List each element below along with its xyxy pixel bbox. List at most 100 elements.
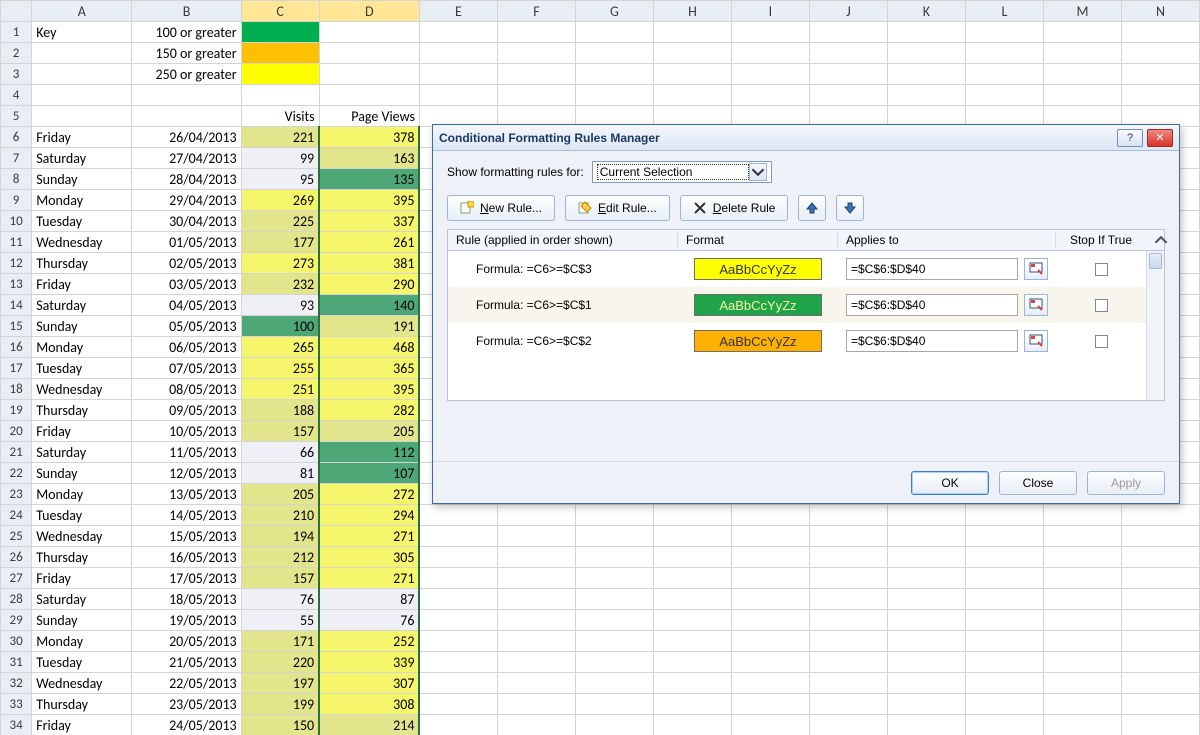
cell-N30[interactable] — [1121, 631, 1199, 652]
close-button[interactable]: Close — [999, 471, 1077, 495]
cell-C11[interactable]: 177 — [241, 232, 319, 253]
cell-A17[interactable]: Tuesday — [32, 358, 132, 379]
cell-H25[interactable] — [653, 526, 731, 547]
cell-G27[interactable] — [575, 568, 653, 589]
stop-if-true-checkbox[interactable] — [1095, 263, 1108, 276]
cell-C20[interactable]: 157 — [241, 421, 319, 442]
cell-M33[interactable] — [1043, 694, 1121, 715]
edit-rule-button[interactable]: Edit Rule... — [565, 195, 670, 221]
cell-B9[interactable]: 29/04/2013 — [132, 190, 241, 211]
cell-A26[interactable]: Thursday — [32, 547, 132, 568]
cell-D17[interactable]: 365 — [319, 358, 419, 379]
move-up-button[interactable] — [798, 195, 826, 221]
cell-C26[interactable]: 212 — [241, 547, 319, 568]
row-header-26[interactable]: 26 — [1, 547, 32, 568]
cell-N25[interactable] — [1121, 526, 1199, 547]
cell-D13[interactable]: 290 — [319, 274, 419, 295]
col-header-C[interactable]: C — [241, 1, 319, 22]
cell-A20[interactable]: Friday — [32, 421, 132, 442]
cell-F2[interactable] — [497, 43, 575, 64]
cell-E33[interactable] — [419, 694, 497, 715]
cell-C7[interactable]: 99 — [241, 148, 319, 169]
cell-C1[interactable] — [241, 22, 319, 43]
cell-B12[interactable]: 02/05/2013 — [132, 253, 241, 274]
cell-N32[interactable] — [1121, 673, 1199, 694]
cell-M26[interactable] — [1043, 547, 1121, 568]
applies-to-input[interactable] — [846, 258, 1018, 280]
cell-H33[interactable] — [653, 694, 731, 715]
cell-E31[interactable] — [419, 652, 497, 673]
cell-J34[interactable] — [809, 715, 887, 735]
cell-J27[interactable] — [809, 568, 887, 589]
cell-I27[interactable] — [731, 568, 809, 589]
cell-J26[interactable] — [809, 547, 887, 568]
cell-B15[interactable]: 05/05/2013 — [132, 316, 241, 337]
cell-I3[interactable] — [731, 64, 809, 85]
cell-A8[interactable]: Sunday — [32, 169, 132, 190]
cell-L31[interactable] — [965, 652, 1043, 673]
row-header-19[interactable]: 19 — [1, 400, 32, 421]
cell-C21[interactable]: 66 — [241, 442, 319, 463]
cell-G29[interactable] — [575, 610, 653, 631]
stop-if-true-checkbox[interactable] — [1095, 299, 1108, 312]
cell-B21[interactable]: 11/05/2013 — [132, 442, 241, 463]
cell-B31[interactable]: 21/05/2013 — [132, 652, 241, 673]
row-header-30[interactable]: 30 — [1, 631, 32, 652]
cell-M1[interactable] — [1043, 22, 1121, 43]
cell-D6[interactable]: 378 — [319, 127, 419, 148]
cell-I4[interactable] — [731, 85, 809, 106]
cell-F3[interactable] — [497, 64, 575, 85]
cell-A6[interactable]: Friday — [32, 127, 132, 148]
cell-D3[interactable] — [319, 64, 419, 85]
cell-E28[interactable] — [419, 589, 497, 610]
stop-if-true-checkbox[interactable] — [1095, 335, 1108, 348]
cell-M3[interactable] — [1043, 64, 1121, 85]
cell-J3[interactable] — [809, 64, 887, 85]
cell-L25[interactable] — [965, 526, 1043, 547]
cell-B24[interactable]: 14/05/2013 — [132, 505, 241, 526]
row-header-32[interactable]: 32 — [1, 673, 32, 694]
cell-L34[interactable] — [965, 715, 1043, 735]
cell-K25[interactable] — [887, 526, 965, 547]
cell-E32[interactable] — [419, 673, 497, 694]
rules-list[interactable]: Formula: =C6>=$C$3AaBbCcYyZzFormula: =C6… — [447, 251, 1165, 401]
cell-B34[interactable]: 24/05/2013 — [132, 715, 241, 735]
cell-A27[interactable]: Friday — [32, 568, 132, 589]
row-header-13[interactable]: 13 — [1, 274, 32, 295]
cell-C9[interactable]: 269 — [241, 190, 319, 211]
cell-D15[interactable]: 191 — [319, 316, 419, 337]
cell-C4[interactable] — [241, 85, 319, 106]
row-header-4[interactable]: 4 — [1, 85, 32, 106]
cell-G24[interactable] — [575, 505, 653, 526]
row-header-21[interactable]: 21 — [1, 442, 32, 463]
row-header-28[interactable]: 28 — [1, 589, 32, 610]
cell-K3[interactable] — [887, 64, 965, 85]
cell-A16[interactable]: Monday — [32, 337, 132, 358]
cell-F24[interactable] — [497, 505, 575, 526]
cell-B32[interactable]: 22/05/2013 — [132, 673, 241, 694]
row-header-11[interactable]: 11 — [1, 232, 32, 253]
cell-D14[interactable]: 140 — [319, 295, 419, 316]
range-picker-button[interactable] — [1024, 294, 1048, 316]
cell-G34[interactable] — [575, 715, 653, 735]
cell-B19[interactable]: 09/05/2013 — [132, 400, 241, 421]
cell-B22[interactable]: 12/05/2013 — [132, 463, 241, 484]
cell-D20[interactable]: 205 — [319, 421, 419, 442]
cell-K2[interactable] — [887, 43, 965, 64]
cell-A31[interactable]: Tuesday — [32, 652, 132, 673]
apply-button[interactable]: Apply — [1087, 471, 1165, 495]
cell-F4[interactable] — [497, 85, 575, 106]
cell-N31[interactable] — [1121, 652, 1199, 673]
cell-C5[interactable]: Visits — [241, 106, 319, 127]
cell-M34[interactable] — [1043, 715, 1121, 735]
cell-J29[interactable] — [809, 610, 887, 631]
rule-row[interactable]: Formula: =C6>=$C$3AaBbCcYyZz — [448, 251, 1164, 287]
cell-H31[interactable] — [653, 652, 731, 673]
cell-D8[interactable]: 135 — [319, 169, 419, 190]
dialog-titlebar[interactable]: Conditional Formatting Rules Manager ? ✕ — [433, 125, 1179, 151]
cell-C3[interactable] — [241, 64, 319, 85]
cell-C2[interactable] — [241, 43, 319, 64]
cell-B28[interactable]: 18/05/2013 — [132, 589, 241, 610]
cell-A11[interactable]: Wednesday — [32, 232, 132, 253]
cell-H3[interactable] — [653, 64, 731, 85]
